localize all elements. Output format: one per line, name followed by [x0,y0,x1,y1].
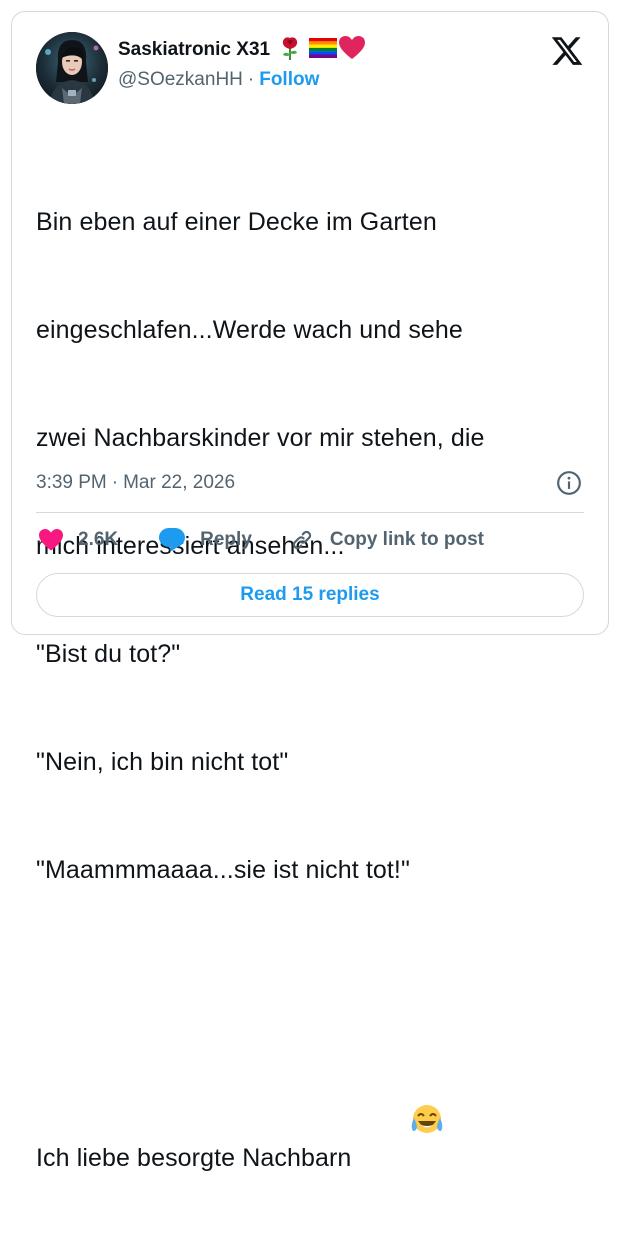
divider [36,512,584,513]
rainbow-flag-icon [309,37,338,63]
timestamp-separator: · [111,472,119,493]
tweet-time: 3:39 PM [36,472,107,493]
handle-separator: · [247,69,255,90]
display-name[interactable]: Saskiatronic X31 [118,39,270,61]
tweet-line: Bin eben auf einer Decke im Garten [36,208,437,236]
display-name-row: Saskiatronic X31 [118,35,366,65]
link-icon [288,526,316,554]
action-bar: 2.6K Reply Copy link to post [38,522,484,558]
read-replies-label: Read 15 replies [240,584,380,605]
rose-icon [279,36,301,65]
avatar-image [36,32,108,104]
tweet-line: zwei Nachbarskinder vor mir stehen, die [36,424,485,452]
tweet-header: Saskiatronic X31 @SOezkanHH · Follow [36,32,588,106]
avatar[interactable] [36,32,108,104]
tweet-card: Saskiatronic X31 @SOezkanHH · Follow Bin… [11,11,609,1172]
tweet-date: Mar 22, 2026 [123,472,236,493]
author-handle[interactable]: @SOezkanHH [118,69,243,91]
tweet-last-line: Ich liebe besorgte Nachbarn [36,1068,596,1182]
like-count: 2.6K [78,529,119,550]
read-replies-button[interactable]: Read 15 replies [36,573,584,617]
tweet-timestamp[interactable]: 3:39 PM · Mar 22, 2026 [36,470,235,496]
info-icon[interactable] [556,470,582,496]
tweet-line: eingeschlafen...Werde wach und sehe [36,316,463,344]
reply-button[interactable]: Reply [158,527,252,553]
tweet-line: Ich liebe besorgte Nachbarn [36,1144,352,1172]
copy-link-button[interactable]: Copy link to post [288,526,484,554]
tears-of-joy-icon [353,1068,443,1182]
tweet-text: Bin eben auf einer Decke im Garten einge… [36,132,596,1254]
tweet-line: "Bist du tot?" [36,640,181,668]
tweet-line: "Nein, ich bin nicht tot" [36,748,289,776]
reply-label: Reply [200,529,252,550]
reply-bubble-icon [158,527,186,553]
tweet-line: "Maammmaaaa...sie ist nicht tot!" [36,856,410,884]
follow-button[interactable]: Follow [259,69,319,91]
heart-icon [38,528,64,552]
like-button[interactable]: 2.6K [38,528,118,552]
red-heart-icon [339,35,366,65]
copy-link-label: Copy link to post [329,529,484,550]
handle-row: @SOezkanHH · Follow [118,67,365,93]
x-logo-icon[interactable] [550,34,584,68]
author-names: Saskiatronic X31 @SOezkanHH · Follow [118,35,366,93]
